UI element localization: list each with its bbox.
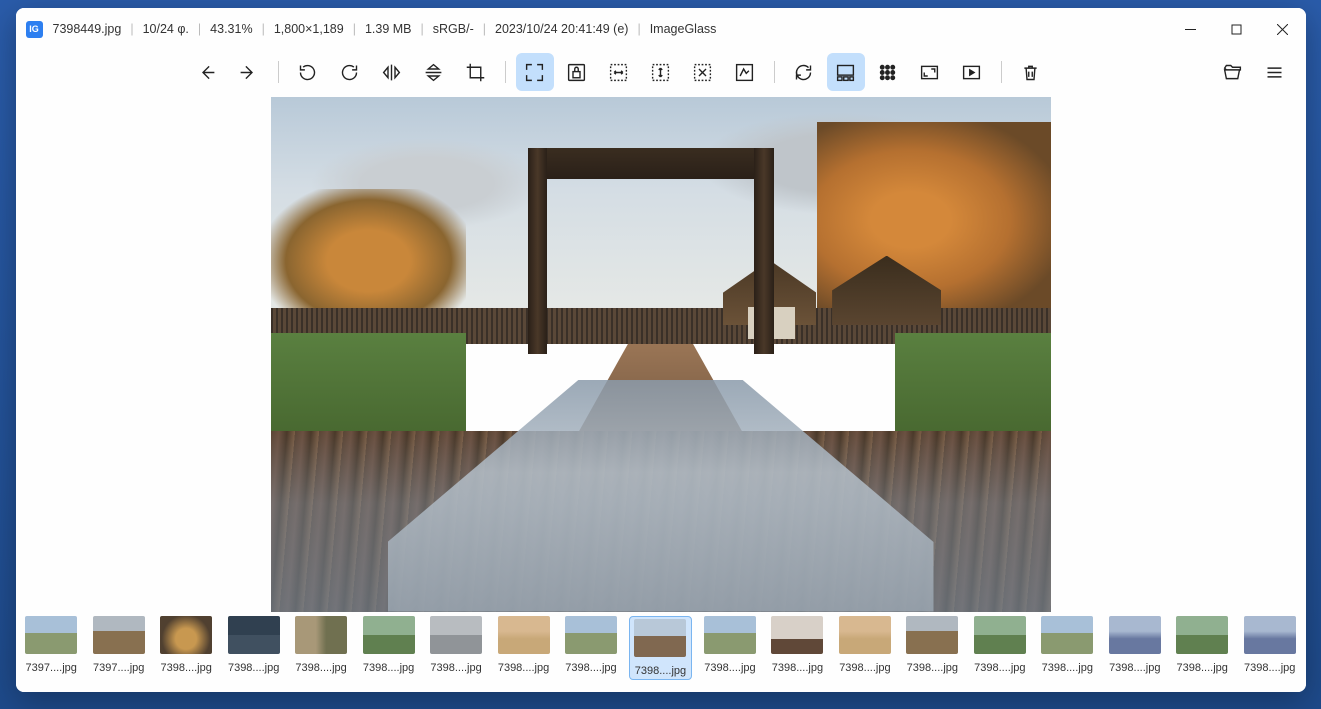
toolbar [16,50,1306,94]
titlebar[interactable]: IG 7398449.jpg | 10/24 φ. | 43.31% | 1,8… [16,8,1306,50]
thumbnail-image [228,616,280,654]
thumbnail-label: 7398....jpg [430,662,481,674]
thumbnail[interactable]: 7398....jpg [970,616,1029,674]
fullscreen-button[interactable] [911,53,949,91]
window-controls [1168,8,1306,50]
thumbnail-image [1109,616,1161,654]
flip-vertical-button[interactable] [415,53,453,91]
thumbnail-label: 7398....jpg [772,662,823,674]
thumbnail[interactable]: 7398....jpg [359,616,418,674]
thumbnail-label: 7398....jpg [704,662,755,674]
delete-button[interactable] [1012,53,1050,91]
thumbnail-label: 7398....jpg [228,662,279,674]
thumbnail[interactable]: 7398....jpg [156,616,215,674]
thumbnail-strip-button[interactable] [827,53,865,91]
app-window: IG 7398449.jpg | 10/24 φ. | 43.31% | 1,8… [16,8,1306,692]
prev-button[interactable] [188,53,226,91]
title-filename: 7398449.jpg [53,22,122,36]
thumbnail[interactable]: 7398....jpg [768,616,827,674]
rotate-right-button[interactable] [331,53,369,91]
title-dimensions: 1,800×1,189 [274,22,344,36]
slideshow-button[interactable] [953,53,991,91]
thumbnail[interactable]: 7398....jpg [291,616,350,674]
thumbnail-image [160,616,212,654]
thumbnail-image [93,616,145,654]
crop-button[interactable] [457,53,495,91]
thumbnail-label: 7398....jpg [498,662,549,674]
thumbnail-label: 7398....jpg [907,662,958,674]
thumbnail-image [498,616,550,654]
title-filesize: 1.39 MB [365,22,412,36]
menu-button[interactable] [1256,53,1294,91]
app-icon: IG [26,21,43,38]
rotate-left-button[interactable] [289,53,327,91]
title-datetime: 2023/10/24 20:41:49 (e) [495,22,628,36]
thumbnail-image [25,616,77,654]
thumbnail[interactable]: 7398....jpg [224,616,283,674]
title-zoom: 43.31% [210,22,252,36]
thumbnail[interactable]: 7398....jpg [1172,616,1231,674]
main-image [271,97,1051,612]
thumbnail[interactable]: 7397....jpg [89,616,148,674]
thumbnail-image [839,616,891,654]
scale-to-height-button[interactable] [642,53,680,91]
thumbnail-image [704,616,756,654]
title-appname: ImageGlass [650,22,717,36]
refresh-button[interactable] [785,53,823,91]
actual-size-button[interactable] [726,53,764,91]
thumbnail-label: 7397....jpg [26,662,77,674]
thumbnail[interactable]: 7398....jpg [903,616,962,674]
thumbnail-image [906,616,958,654]
thumbnail-label: 7397....jpg [93,662,144,674]
thumbnail-label: 7398....jpg [1109,662,1160,674]
close-button[interactable] [1260,8,1306,50]
thumbnail-label: 7398....jpg [160,662,211,674]
thumbnail-label: 7398....jpg [363,662,414,674]
thumbnail-image [565,616,617,654]
scale-to-fit-button[interactable] [684,53,722,91]
fit-window-button[interactable] [516,53,554,91]
thumbnail-image [1041,616,1093,654]
thumbnail-image [295,616,347,654]
image-viewer[interactable] [16,94,1306,614]
thumbnail-image [974,616,1026,654]
thumbnail[interactable]: 7398....jpg [561,616,620,674]
thumbnail-label: 7398....jpg [295,662,346,674]
thumbnail-label: 7398....jpg [839,662,890,674]
thumbnail-label: 7398....jpg [974,662,1025,674]
thumbnail[interactable]: 7398....jpg [700,616,759,674]
thumbnail-label: 7398....jpg [1177,662,1228,674]
thumbnail-label: 7398....jpg [1042,662,1093,674]
maximize-button[interactable] [1214,8,1260,50]
next-button[interactable] [230,53,268,91]
thumbnail[interactable]: 7398....jpg [426,616,485,674]
thumbnail[interactable]: 7398....jpg [835,616,894,674]
thumbnail-label: 7398....jpg [565,662,616,674]
thumbnail-image [1244,616,1296,654]
title-colorspace: sRGB/- [433,22,474,36]
thumbnail-image [363,616,415,654]
scale-to-width-button[interactable] [600,53,638,91]
thumbnail[interactable]: 7398....jpg [494,616,553,674]
flip-horizontal-button[interactable] [373,53,411,91]
thumbnail-label: 7398....jpg [1244,662,1295,674]
thumbnail-image [430,616,482,654]
thumbnail[interactable]: 7398....jpg [1240,616,1299,674]
open-file-button[interactable] [1214,53,1252,91]
thumbnail[interactable]: 7398....jpg [1105,616,1164,674]
lock-zoom-button[interactable] [558,53,596,91]
thumbnail-strip[interactable]: 7397....jpg 7397....jpg 7398....jpg 7398...… [16,614,1306,692]
thumbnail[interactable]: 7397....jpg [22,616,81,674]
thumbnail-image [1176,616,1228,654]
thumbnail[interactable]: 7398....jpg [629,616,692,680]
thumbnail[interactable]: 7398....jpg [1038,616,1097,674]
checkerboard-button[interactable] [869,53,907,91]
thumbnail-label: 7398....jpg [635,665,686,677]
minimize-button[interactable] [1168,8,1214,50]
thumbnail-image [771,616,823,654]
thumbnail-image [634,619,686,657]
title-position: 10/24 φ. [143,22,189,36]
